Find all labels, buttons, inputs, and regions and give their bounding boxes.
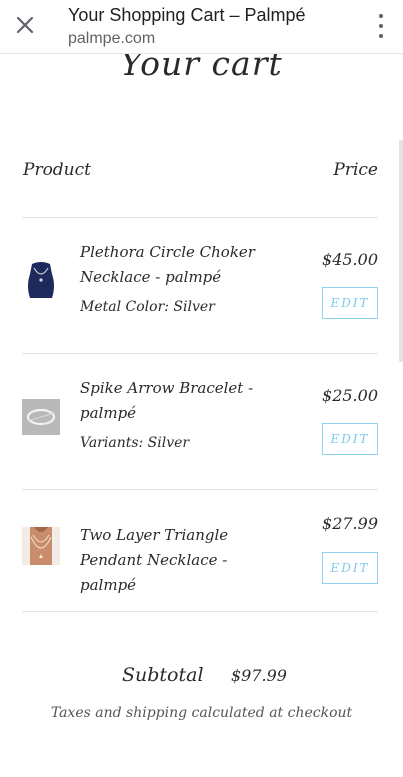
subtotal-label: Subtotal bbox=[122, 664, 204, 686]
item-name[interactable]: Two Layer Triangle Pendant Necklace - pa… bbox=[80, 523, 280, 598]
edit-button[interactable]: EDIT bbox=[322, 287, 378, 319]
page-url[interactable]: palmpe.com bbox=[68, 27, 306, 51]
column-header-product: Product bbox=[23, 160, 91, 180]
divider bbox=[22, 353, 378, 354]
item-variant: Variants: Silver bbox=[80, 435, 190, 451]
page: Your Shopping Cart – Palmpé palmpe.com Y… bbox=[0, 0, 403, 777]
product-image-bracelet[interactable] bbox=[22, 398, 60, 436]
divider bbox=[22, 611, 378, 612]
tax-note: Taxes and shipping calculated at checkou… bbox=[50, 705, 353, 721]
product-image-choker[interactable] bbox=[22, 261, 60, 299]
item-price: $27.99 bbox=[322, 514, 378, 533]
item-name[interactable]: Spike Arrow Bracelet - palmpé bbox=[80, 376, 280, 426]
scrollbar[interactable] bbox=[399, 140, 403, 362]
toolbar-titles: Your Shopping Cart – Palmpé palmpe.com bbox=[68, 4, 306, 51]
more-vert-icon[interactable] bbox=[377, 14, 385, 38]
item-variant: Metal Color: Silver bbox=[80, 299, 215, 315]
page-title: Your Shopping Cart – Palmpé bbox=[68, 5, 306, 25]
item-name[interactable]: Plethora Circle Choker Necklace - palmpé bbox=[80, 240, 280, 290]
divider bbox=[22, 217, 378, 218]
column-header-price: Price bbox=[333, 160, 378, 180]
edit-button[interactable]: EDIT bbox=[322, 552, 378, 584]
edit-button[interactable]: EDIT bbox=[322, 423, 378, 455]
divider bbox=[22, 489, 378, 490]
product-image-pendant[interactable] bbox=[22, 527, 60, 565]
close-icon[interactable] bbox=[13, 13, 37, 37]
item-price: $45.00 bbox=[322, 250, 378, 269]
item-price: $25.00 bbox=[322, 386, 378, 405]
subtotal-value: $97.99 bbox=[231, 666, 287, 685]
custom-tab-toolbar: Your Shopping Cart – Palmpé palmpe.com bbox=[0, 0, 403, 54]
